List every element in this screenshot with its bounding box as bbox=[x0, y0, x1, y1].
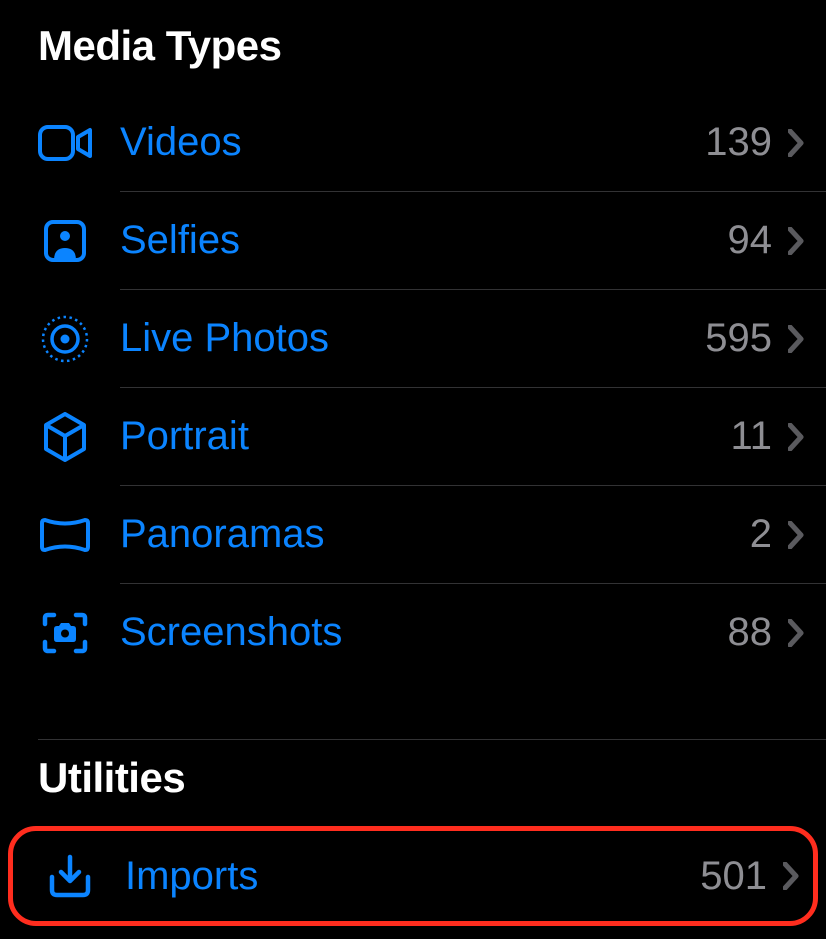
screenshot-icon bbox=[38, 606, 92, 660]
screenshots-label: Screenshots bbox=[120, 610, 728, 655]
imports-highlight: Imports 501 bbox=[8, 826, 818, 926]
media-type-videos[interactable]: Videos 139 bbox=[0, 94, 826, 191]
media-type-selfies[interactable]: Selfies 94 bbox=[0, 192, 826, 289]
videos-count: 139 bbox=[705, 120, 772, 165]
chevron-right-icon bbox=[784, 422, 808, 452]
panorama-icon bbox=[38, 508, 92, 562]
utilities-header: Utilities bbox=[0, 740, 826, 826]
panoramas-label: Panoramas bbox=[120, 512, 750, 557]
chevron-right-icon bbox=[779, 861, 803, 891]
import-icon bbox=[43, 849, 97, 903]
chevron-right-icon bbox=[784, 520, 808, 550]
selfie-icon bbox=[38, 214, 92, 268]
imports-count: 501 bbox=[700, 854, 767, 899]
videos-label: Videos bbox=[120, 120, 705, 165]
chevron-right-icon bbox=[784, 226, 808, 256]
live-photos-count: 595 bbox=[705, 316, 772, 361]
media-type-panoramas[interactable]: Panoramas 2 bbox=[0, 486, 826, 583]
media-type-screenshots[interactable]: Screenshots 88 bbox=[0, 584, 826, 681]
media-type-live-photos[interactable]: Live Photos 595 bbox=[0, 290, 826, 387]
media-types-header: Media Types bbox=[0, 8, 826, 94]
live-photos-label: Live Photos bbox=[120, 316, 705, 361]
chevron-right-icon bbox=[784, 324, 808, 354]
portrait-label: Portrait bbox=[120, 414, 730, 459]
portrait-icon bbox=[38, 410, 92, 464]
video-icon bbox=[38, 116, 92, 170]
chevron-right-icon bbox=[784, 618, 808, 648]
selfies-count: 94 bbox=[728, 218, 773, 263]
live-photo-icon bbox=[38, 312, 92, 366]
screenshots-count: 88 bbox=[728, 610, 773, 655]
selfies-label: Selfies bbox=[120, 218, 728, 263]
portrait-count: 11 bbox=[730, 414, 772, 459]
panoramas-count: 2 bbox=[750, 512, 772, 557]
media-type-portrait[interactable]: Portrait 11 bbox=[0, 388, 826, 485]
chevron-right-icon bbox=[784, 128, 808, 158]
utility-imports[interactable]: Imports 501 bbox=[13, 831, 813, 921]
imports-label: Imports bbox=[125, 854, 700, 899]
